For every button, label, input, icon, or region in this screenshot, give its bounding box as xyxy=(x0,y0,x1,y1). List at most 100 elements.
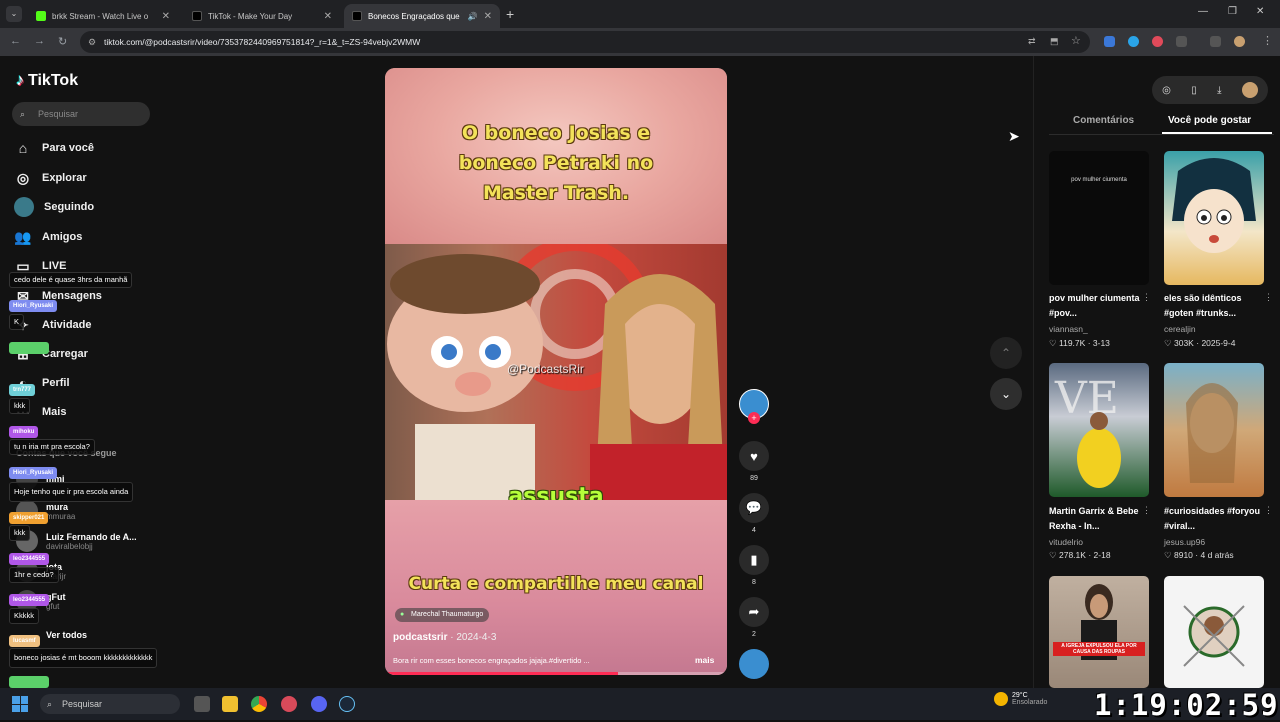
bookmark-star-icon[interactable]: ☆ xyxy=(1071,34,1081,47)
reading-list-icon[interactable] xyxy=(1210,36,1221,47)
weather-temp: 29°C xyxy=(1012,692,1028,699)
minimize-button[interactable]: — xyxy=(1198,6,1208,17)
video-player[interactable]: O boneco Josias e boneco Petraki no Mast… xyxy=(385,68,727,675)
task-view-icon[interactable] xyxy=(194,696,210,712)
recommended-video-card[interactable] xyxy=(1164,363,1264,497)
sidebar-item-para-voce[interactable]: ⌂ Para você xyxy=(14,136,94,160)
tiktok-note-icon: ♪ xyxy=(16,72,24,89)
card-title[interactable]: pov mulher ciumenta #pov... xyxy=(1049,291,1147,321)
search-placeholder: Pesquisar xyxy=(38,109,79,119)
close-icon[interactable]: ✕ xyxy=(162,11,170,22)
chat-message: Kkkkk xyxy=(9,608,40,624)
card-title[interactable]: Martin Garrix & Bebe Rexha - In... xyxy=(1049,504,1147,534)
chat-message: K xyxy=(9,314,25,330)
location-tag[interactable]: ● Marechal Thaumaturgo xyxy=(395,608,490,622)
device-icon[interactable]: ▯ xyxy=(1191,85,1197,96)
download-icon[interactable]: ⤓ xyxy=(1217,85,1221,96)
save-button[interactable]: ▮ 8 xyxy=(737,545,771,586)
logo-text: TikTok xyxy=(28,72,79,89)
more-options-icon[interactable]: ⋮ xyxy=(1264,505,1273,516)
menu-icon[interactable]: ⋮ xyxy=(1262,34,1273,47)
extension-icon[interactable] xyxy=(1128,36,1139,47)
like-button[interactable]: ♥ 89 xyxy=(737,441,771,482)
site-info-icon[interactable]: ⚙ xyxy=(88,31,96,53)
url-field[interactable]: ⚙ tiktok.com/@podcastsrir/video/73537824… xyxy=(80,31,1090,53)
card-author[interactable]: viannasn_ xyxy=(1049,324,1088,334)
follow-plus-icon[interactable]: + xyxy=(748,412,760,424)
card-author[interactable]: vitudelrio xyxy=(1049,537,1083,547)
discord-icon[interactable] xyxy=(311,696,327,712)
extension-icon[interactable] xyxy=(1152,36,1163,47)
card-title[interactable]: #curiosidades #foryou #viral... xyxy=(1164,504,1262,534)
recommended-video-card[interactable] xyxy=(1164,151,1264,285)
card-author[interactable]: cerealjin xyxy=(1164,324,1196,334)
card-likes: 303K xyxy=(1174,338,1194,348)
explore-icon[interactable]: ◎ xyxy=(1162,85,1171,96)
video-progress-bar[interactable] xyxy=(385,672,727,675)
sidebar-item-atividade[interactable]: ✧ Atividade xyxy=(14,313,91,337)
sidebar-item-label: Mais xyxy=(42,406,67,418)
tab-search-button[interactable]: ⌄ xyxy=(6,6,22,22)
save-count: 8 xyxy=(752,579,756,586)
share-button[interactable]: ➦ 2 xyxy=(737,597,771,638)
sidebar-item-amigos[interactable]: 👥 Amigos xyxy=(14,225,82,249)
start-button[interactable] xyxy=(12,696,28,712)
translate-icon[interactable]: ⇄ xyxy=(1028,36,1036,47)
tab-comentarios[interactable]: Comentários xyxy=(1073,115,1134,126)
next-video-button[interactable]: ⌄ xyxy=(990,378,1022,410)
extension-icon[interactable] xyxy=(1104,36,1115,47)
svg-text:VE: VE xyxy=(1054,373,1119,424)
video-progress-fill xyxy=(385,672,618,675)
location-tag-label: Marechal Thaumaturgo xyxy=(411,611,484,618)
speaker-icon[interactable]: 🔊 xyxy=(468,12,478,21)
creator-avatar[interactable]: + xyxy=(737,389,771,424)
close-icon[interactable]: ✕ xyxy=(484,11,492,22)
music-disc[interactable] xyxy=(737,649,771,679)
video-author[interactable]: podcastsrir xyxy=(393,632,447,643)
sidebar-item-seguindo[interactable]: Seguindo xyxy=(14,195,94,219)
tab-voce-pode-gostar[interactable]: Você pode gostar xyxy=(1168,115,1251,126)
see-all-link[interactable]: Ver todos xyxy=(46,630,87,640)
tab-tiktok-video[interactable]: Bonecos Engraçados que V 🔊 ✕ xyxy=(344,4,500,28)
file-explorer-icon[interactable] xyxy=(222,696,238,712)
recommended-video-card[interactable] xyxy=(1164,576,1264,688)
sidebar-item-explorar[interactable]: ◎ Explorar xyxy=(14,166,87,190)
search-input[interactable]: ⌕ Pesquisar xyxy=(12,102,150,126)
close-window-button[interactable]: ✕ xyxy=(1256,6,1264,17)
weather-widget[interactable]: 29°C Ensolarado xyxy=(994,692,1047,706)
comment-button[interactable]: 💬 4 xyxy=(737,493,771,534)
previous-video-button[interactable]: ⌃ xyxy=(990,337,1022,369)
reload-icon[interactable]: ↻ xyxy=(58,35,67,48)
recommended-video-card[interactable]: A IGREJA EXPULSOU ELA POR CAUSA DAS ROUP… xyxy=(1049,576,1149,688)
avatar[interactable] xyxy=(1241,82,1258,98)
tiktok-icon xyxy=(192,11,202,21)
more-options-icon[interactable]: ⋮ xyxy=(1142,292,1151,303)
app-icon[interactable] xyxy=(281,696,297,712)
steam-icon[interactable] xyxy=(339,696,355,712)
tab-tiktok-home[interactable]: TikTok - Make Your Day ✕ xyxy=(184,4,340,28)
following-account[interactable]: Luiz Fernando de A... daviralbelobjj xyxy=(16,530,137,552)
recommended-video-card[interactable]: VE xyxy=(1049,363,1149,497)
profile-avatar[interactable] xyxy=(1234,36,1245,47)
forward-icon[interactable]: → xyxy=(34,35,45,47)
new-tab-button[interactable]: + xyxy=(506,6,514,22)
back-icon[interactable]: ← xyxy=(10,35,21,47)
chrome-icon[interactable] xyxy=(251,696,267,712)
taskbar-search[interactable]: ⌕ Pesquisar xyxy=(40,694,180,714)
install-icon[interactable]: ⬒ xyxy=(1050,36,1059,47)
card-author[interactable]: jesus.up96 xyxy=(1164,537,1205,547)
close-icon[interactable]: ✕ xyxy=(324,11,332,22)
video-caption-top: O boneco Josias e boneco Petraki no Mast… xyxy=(458,122,654,204)
card-title[interactable]: eles são idênticos #goten #trunks... xyxy=(1164,291,1262,321)
chat-message: boneco josias é mt booom kkkkkkkkkkkkk xyxy=(9,648,158,668)
card-likes: 8910 xyxy=(1174,550,1193,560)
more-options-icon[interactable]: ⋮ xyxy=(1264,292,1273,303)
tiktok-logo[interactable]: ♪ TikTok xyxy=(16,72,78,90)
recommended-video-card[interactable]: pov mulher ciumenta xyxy=(1049,151,1149,285)
puzzle-icon[interactable] xyxy=(1176,36,1187,47)
tab-kick[interactable]: brkk Stream - Watch Live o ✕ xyxy=(28,4,178,28)
more-options-icon[interactable]: ⋮ xyxy=(1142,505,1151,516)
card-stats: ♡ 8910 · 4 d atrás xyxy=(1164,550,1234,561)
more-link[interactable]: mais xyxy=(695,655,714,665)
restore-button[interactable]: ❐ xyxy=(1228,6,1237,17)
